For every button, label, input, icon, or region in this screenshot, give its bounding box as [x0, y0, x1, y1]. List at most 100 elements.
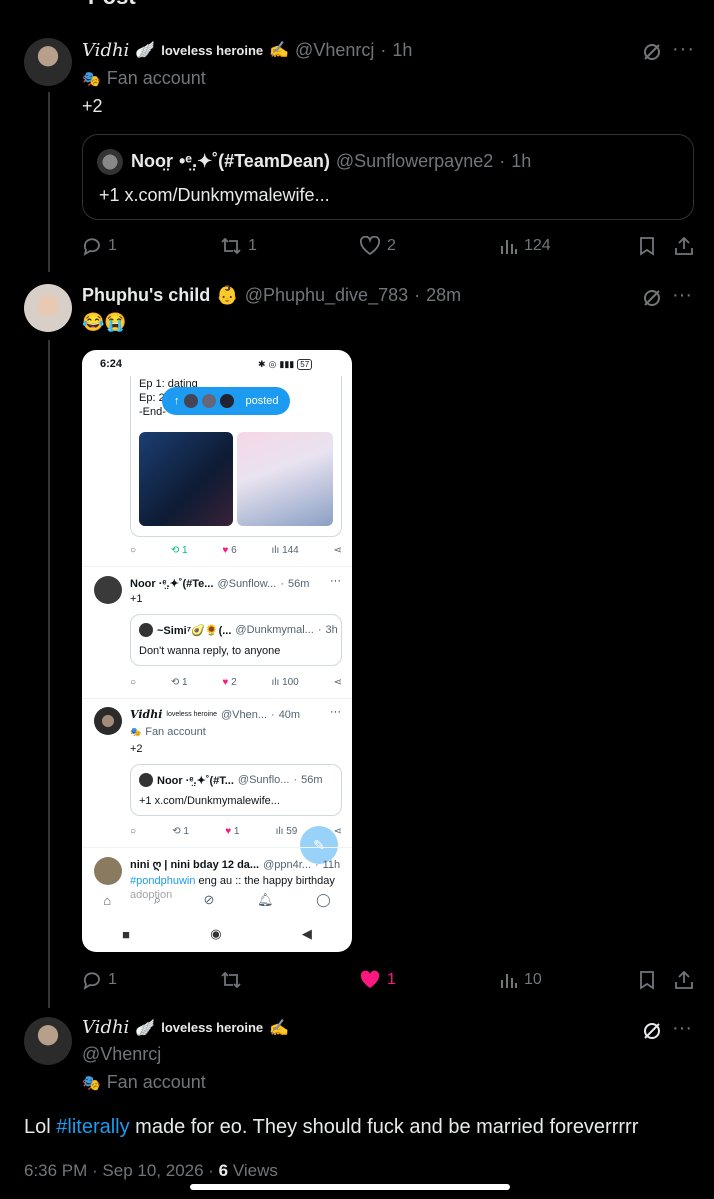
quoted-text: +1 x.com/Dunkmymalewife...: [99, 185, 330, 205]
bookmark-icon[interactable]: [638, 236, 656, 256]
repost-button[interactable]: ⟲ 1: [171, 677, 188, 688]
status-icons: ✱ ◎ ▮▮▮ 57: [258, 359, 313, 370]
user-handle[interactable]: @Phuphu_dive_783: [245, 285, 408, 306]
like-button[interactable]: ♥ 2: [222, 677, 236, 688]
post-time[interactable]: 1h: [392, 40, 412, 61]
post-time[interactable]: 28m: [426, 285, 461, 306]
home-indicator: [190, 1184, 510, 1190]
reply-icon[interactable]: ○: [130, 545, 136, 556]
views-count[interactable]: 6: [219, 1161, 228, 1180]
home-button-icon[interactable]: ◉: [210, 926, 221, 942]
back-icon[interactable]: ◀: [302, 926, 312, 942]
hashtag-link[interactable]: #pondphuwin: [130, 875, 195, 887]
views-button[interactable]: 124: [500, 236, 551, 256]
quoted-handle: @Dunkmymal...: [235, 624, 314, 636]
more-options-icon[interactable]: ···: [672, 38, 695, 61]
display-name[interactable]: Vidhi: [82, 40, 129, 61]
media-image: [237, 432, 333, 526]
quoted-post[interactable]: Noor ·ᵉ̤.✦˚(#T... @Sunflo... · 56m +1 x.…: [130, 764, 342, 816]
display-name[interactable]: Vidhi: [82, 1017, 129, 1038]
grok-icon[interactable]: [640, 40, 664, 64]
display-name[interactable]: Phuphu's child: [82, 285, 210, 306]
user-handle: @Vhen...: [220, 708, 268, 721]
repost-button[interactable]: ⟲ 1: [171, 545, 188, 556]
notifications-icon[interactable]: 🔔︎: [257, 892, 274, 908]
like-count: 1: [233, 826, 240, 837]
like-count: 2: [387, 237, 396, 254]
signature-icon: ✍: [269, 1019, 290, 1037]
repost-button[interactable]: ⟲ 1: [172, 826, 189, 837]
post-text: +1: [130, 593, 143, 605]
fan-account-badge: Fan account: [145, 726, 206, 738]
user-handle[interactable]: @Vhenrcj: [82, 1044, 161, 1065]
display-name: Vidhi: [130, 708, 163, 721]
repost-button[interactable]: 1: [220, 236, 257, 256]
post-text: -End-: [139, 406, 166, 418]
home-icon[interactable]: ⌂: [103, 893, 111, 908]
grok-icon[interactable]: [640, 1019, 664, 1043]
share-icon[interactable]: ⋖: [334, 545, 342, 556]
views-button[interactable]: 10: [500, 970, 542, 990]
reply-icon[interactable]: ○: [130, 826, 136, 837]
theater-masks-icon: 🎭: [82, 70, 101, 88]
post-time: 11h: [322, 858, 341, 871]
page-title: Post: [88, 0, 136, 10]
quoted-time: 1h: [511, 151, 532, 171]
avatar[interactable]: [24, 1017, 72, 1065]
more-options-icon[interactable]: ···: [330, 575, 341, 587]
reply-button[interactable]: 1: [82, 970, 117, 990]
avatar[interactable]: [24, 38, 72, 86]
bookmark-icon[interactable]: [638, 970, 656, 990]
view-count: 144: [282, 545, 299, 556]
reply-button[interactable]: 1: [82, 236, 117, 256]
repost-count: 1: [182, 677, 188, 688]
reply-icon[interactable]: ○: [130, 677, 136, 688]
avatar[interactable]: [24, 284, 72, 332]
feather-icon: 🪽: [135, 42, 156, 59]
quoted-post[interactable]: ~Simi⁷🥑🌻(... @Dunkmymal... · 3h Don't wa…: [130, 614, 342, 666]
thread-line: [48, 92, 50, 272]
avatar: [97, 149, 123, 175]
post-time: 56m: [287, 577, 310, 590]
repost-button[interactable]: [220, 970, 248, 990]
attached-image[interactable]: 6:24 ✱ ◎ ▮▮▮ 57 Ep 1: dating Ep: 2 -End- ↑…: [82, 350, 352, 952]
views-button[interactable]: ılı 100: [272, 677, 299, 688]
share-icon[interactable]: [674, 236, 694, 256]
messages-icon[interactable]: ◯: [316, 892, 331, 908]
avatar: [139, 773, 153, 787]
avatar: [201, 394, 216, 408]
post-text: +2: [82, 96, 103, 116]
name-decoration: loveless heroine: [161, 42, 264, 58]
user-handle[interactable]: @Vhenrcj: [295, 40, 374, 61]
quoted-text: +1 x.com/Dunkmymalewife...: [139, 795, 280, 807]
search-icon[interactable]: ⌕: [154, 892, 161, 908]
like-button[interactable]: ♥ 6: [222, 545, 236, 556]
post-text: Lol #literally made for eo. They should …: [24, 1116, 639, 1138]
like-count: 1: [387, 971, 396, 988]
grok-icon[interactable]: [640, 286, 664, 310]
share-icon[interactable]: [674, 970, 694, 990]
quoted-time: 3h: [325, 624, 338, 636]
more-options-icon[interactable]: ···: [330, 706, 341, 718]
feather-icon: 🪽: [135, 1019, 156, 1037]
grok-icon[interactable]: ⊘: [204, 892, 215, 908]
recents-icon[interactable]: ■: [122, 927, 130, 942]
quoted-display-name: Noor ·ᵉ̤.✦˚(#T...: [157, 774, 234, 787]
views-button[interactable]: ılı 59: [276, 826, 298, 837]
like-button[interactable]: 1: [359, 970, 396, 990]
avatar: [219, 394, 234, 408]
arrow-up-icon: ↑: [174, 395, 180, 407]
views-button[interactable]: ılı 144: [272, 545, 299, 556]
hashtag-link[interactable]: #literally: [56, 1116, 129, 1138]
more-options-icon[interactable]: ···: [672, 284, 692, 307]
new-posts-pill[interactable]: ↑ posted: [162, 387, 290, 415]
like-button[interactable]: ♥ 1: [225, 826, 239, 837]
more-options-icon[interactable]: ···: [672, 1017, 692, 1040]
avatar: [94, 576, 122, 604]
share-icon[interactable]: ⋖: [334, 677, 342, 688]
quoted-handle: @Sunflowerpayne2: [335, 151, 494, 171]
like-button[interactable]: 2: [359, 236, 396, 256]
quoted-post[interactable]: Nᴏᴏ̤r •ᵉ̤.✦˚(#TeamDean) @Sunflowerpayne2…: [82, 134, 694, 220]
baby-emoji-icon: 👶: [216, 285, 239, 305]
repost-count: 1: [183, 826, 189, 837]
